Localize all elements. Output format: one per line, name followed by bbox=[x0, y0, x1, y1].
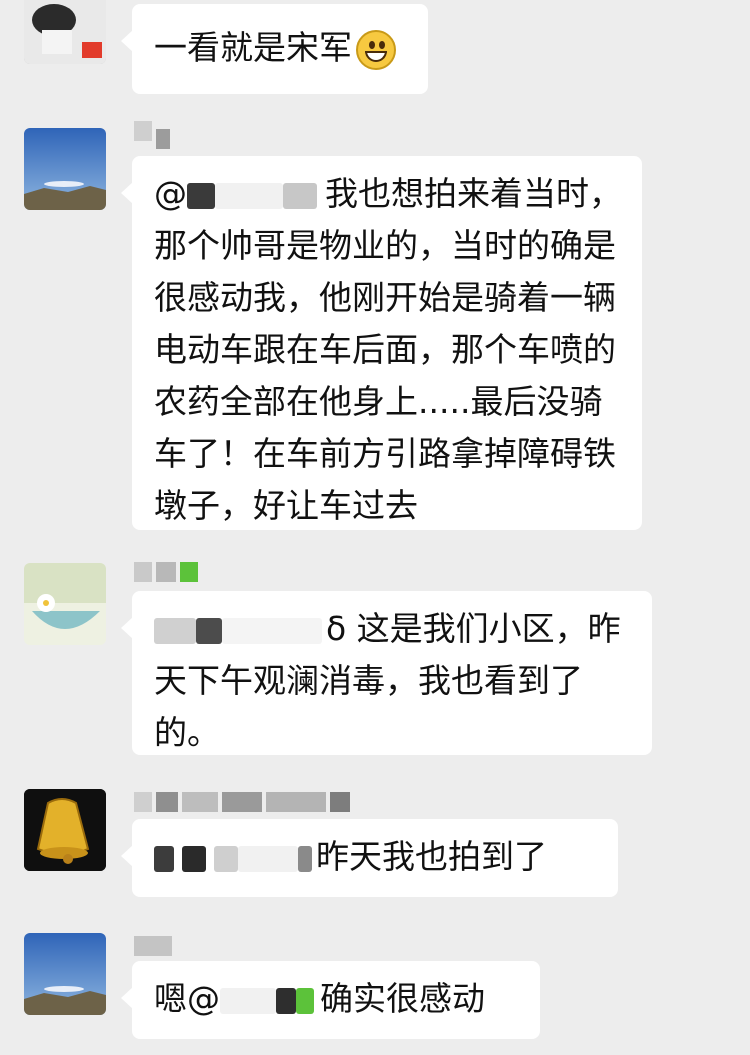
blurred-mention bbox=[154, 845, 174, 872]
avatar[interactable] bbox=[24, 933, 106, 1015]
avatar[interactable] bbox=[24, 0, 106, 64]
avatar-image bbox=[24, 563, 106, 645]
blurred-name bbox=[134, 936, 172, 956]
message-bubble[interactable]: 一看就是宋军 bbox=[121, 4, 428, 94]
blurred-mention bbox=[220, 987, 276, 1014]
blurred-mention bbox=[238, 845, 298, 872]
blurred-mention bbox=[296, 987, 314, 1014]
avatar-image bbox=[24, 933, 106, 1015]
message-text: 昨天我也拍到了 bbox=[316, 837, 547, 876]
blurred-mention bbox=[154, 617, 196, 644]
blurred-mention bbox=[215, 182, 283, 209]
blurred-name bbox=[134, 121, 152, 141]
mention-prefix: @ bbox=[154, 174, 187, 213]
blurred-name bbox=[330, 792, 350, 812]
blurred-name bbox=[134, 562, 152, 582]
sender-name bbox=[134, 789, 350, 815]
message-bubble[interactable]: 嗯@ 确实很感动 bbox=[121, 961, 540, 1039]
blurred-mention bbox=[214, 845, 238, 872]
blurred-mention bbox=[283, 182, 317, 209]
avatar-image bbox=[24, 0, 106, 64]
message-bubble[interactable]: 昨天我也拍到了 bbox=[121, 819, 618, 897]
message-text: 一看就是宋军 bbox=[154, 28, 352, 67]
blurred-name bbox=[180, 562, 198, 582]
blurred-name bbox=[134, 792, 152, 812]
blurred-mention bbox=[298, 845, 312, 872]
sender-name bbox=[134, 118, 170, 149]
blurred-name bbox=[156, 792, 178, 812]
blurred-mention bbox=[187, 182, 215, 209]
bell-icon bbox=[24, 789, 106, 871]
blurred-name bbox=[266, 792, 326, 812]
sender-name bbox=[134, 933, 172, 959]
message-text: 我也想拍来着当时，那个帅哥是物业的，当时的确是很感动我，他刚开始是骑着一辆电动车… bbox=[154, 174, 622, 525]
blurred-mention bbox=[222, 617, 322, 644]
message-text: 确实很感动 bbox=[320, 979, 485, 1018]
blurred-name bbox=[156, 129, 170, 149]
message-bubble[interactable]: @ 我也想拍来着当时，那个帅哥是物业的，当时的确是很感动我，他刚开始是骑着一辆电动… bbox=[121, 156, 642, 530]
message-bubble[interactable]: δ 这是我们小区，昨天下午观澜消毒，我也看到了的。 bbox=[121, 591, 652, 755]
mention-prefix: 嗯@ bbox=[154, 979, 220, 1018]
blurred-name bbox=[182, 792, 218, 812]
blurred-mention bbox=[276, 987, 296, 1014]
blurred-name bbox=[156, 562, 176, 582]
avatar-image bbox=[24, 128, 106, 210]
avatar[interactable] bbox=[24, 789, 106, 871]
blurred-mention bbox=[182, 845, 206, 872]
blurred-name bbox=[222, 792, 262, 812]
avatar[interactable] bbox=[24, 563, 106, 645]
sender-name bbox=[134, 559, 198, 585]
grinning-emoji-icon bbox=[356, 29, 396, 70]
blurred-mention bbox=[196, 617, 222, 644]
avatar[interactable] bbox=[24, 128, 106, 210]
